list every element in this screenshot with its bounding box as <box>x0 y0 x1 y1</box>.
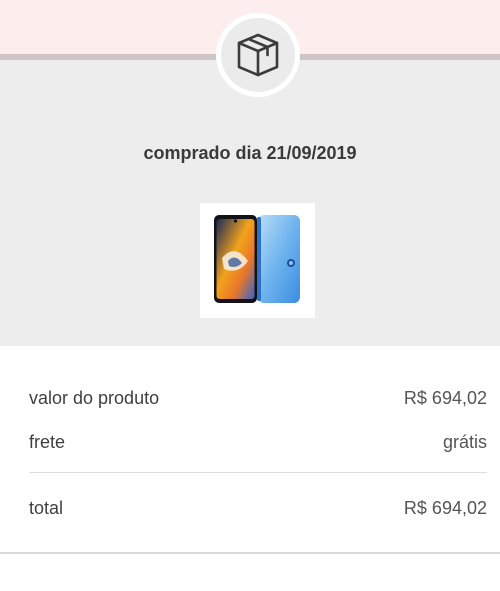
summary-divider <box>29 472 487 473</box>
total-amount: R$ 694,02 <box>403 497 487 518</box>
product-image[interactable] <box>200 203 315 318</box>
order-status-badge <box>216 13 300 97</box>
shipping-label: frete <box>29 431 66 452</box>
product-value-label: valor do produto <box>29 387 160 408</box>
phone-illustration <box>214 215 300 303</box>
product-value-amount: R$ 694,02 <box>403 387 487 408</box>
box-icon-container <box>221 18 295 92</box>
product-value-row: valor do produto R$ 694,02 <box>29 386 487 410</box>
total-row: total R$ 694,02 <box>29 496 487 520</box>
shipping-amount: grátis <box>442 431 487 452</box>
purchase-date: comprado dia 21/09/2019 <box>143 143 357 163</box>
total-label: total <box>29 497 64 518</box>
box-icon <box>237 33 279 77</box>
bottom-divider <box>0 552 500 554</box>
shipping-row: frete grátis <box>29 430 487 454</box>
